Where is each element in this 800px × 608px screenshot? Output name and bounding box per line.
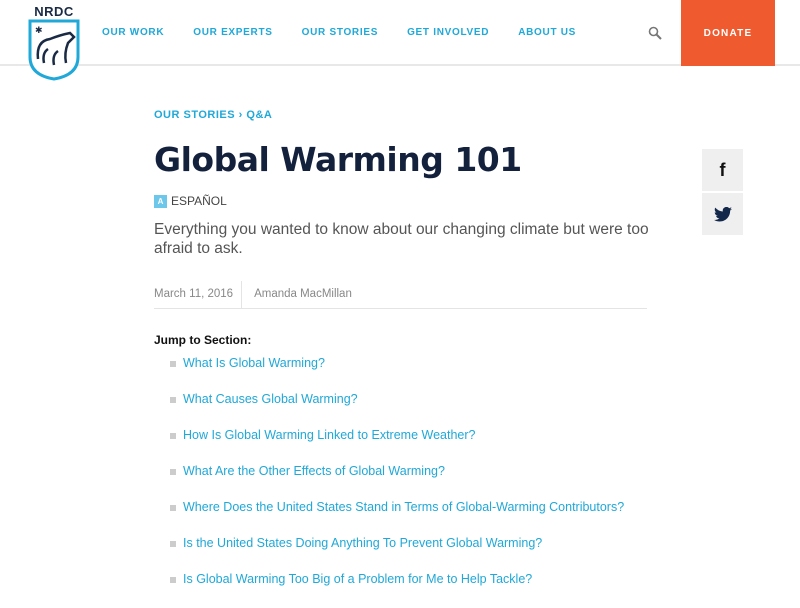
list-item[interactable]: What Causes Global Warming? bbox=[170, 392, 624, 428]
jump-to-section-label: Jump to Section: bbox=[154, 333, 252, 347]
section-link[interactable]: Is the United States Doing Anything To P… bbox=[183, 536, 542, 550]
list-item[interactable]: Is the United States Doing Anything To P… bbox=[170, 536, 624, 572]
bullet-icon bbox=[170, 541, 176, 547]
breadcrumb: OUR STORIES › Q&A bbox=[154, 109, 272, 121]
donate-button[interactable]: DONATE bbox=[681, 0, 775, 66]
twitter-icon bbox=[713, 206, 732, 222]
section-link[interactable]: What Are the Other Effects of Global War… bbox=[183, 464, 445, 478]
section-link[interactable]: What Causes Global Warming? bbox=[183, 392, 358, 406]
bullet-icon bbox=[170, 397, 176, 403]
page-title: Global Warming 101 bbox=[154, 140, 522, 179]
section-link[interactable]: Is Global Warming Too Big of a Problem f… bbox=[183, 572, 532, 586]
article-meta: March 11, 2016 Amanda MacMillan bbox=[154, 281, 647, 309]
nav-about-us[interactable]: ABOUT US bbox=[518, 27, 576, 38]
translate-icon: A bbox=[154, 194, 167, 208]
article-dek: Everything you wanted to know about our … bbox=[154, 221, 649, 257]
nav-our-stories[interactable]: OUR STORIES bbox=[302, 27, 378, 38]
bullet-icon bbox=[170, 577, 176, 583]
nav-our-experts[interactable]: OUR EXPERTS bbox=[193, 27, 272, 38]
language-link[interactable]: A ESPAÑOL bbox=[154, 194, 227, 208]
bullet-icon bbox=[170, 361, 176, 367]
nrdc-logo[interactable]: NRDC ✱ bbox=[26, 4, 82, 82]
section-list: What Is Global Warming? What Causes Glob… bbox=[170, 356, 624, 608]
search-icon[interactable] bbox=[648, 26, 662, 45]
svg-text:✱: ✱ bbox=[35, 25, 43, 35]
facebook-icon: f bbox=[719, 159, 726, 180]
list-item[interactable]: How Is Global Warming Linked to Extreme … bbox=[170, 428, 624, 464]
list-item[interactable]: What Is Global Warming? bbox=[170, 356, 624, 392]
nav-our-work[interactable]: OUR WORK bbox=[102, 27, 164, 38]
article-date: March 11, 2016 bbox=[154, 281, 243, 308]
breadcrumb-our-stories[interactable]: OUR STORIES bbox=[154, 109, 235, 121]
breadcrumb-qa[interactable]: Q&A bbox=[246, 109, 272, 121]
site-header: NRDC ✱ OUR WORK OUR EXPERTS OUR STORIES … bbox=[0, 0, 800, 81]
list-item[interactable]: What Are the Other Effects of Global War… bbox=[170, 464, 624, 500]
bullet-icon bbox=[170, 433, 176, 439]
article-author[interactable]: Amanda MacMillan bbox=[242, 281, 352, 308]
main-nav: OUR WORK OUR EXPERTS OUR STORIES GET INV… bbox=[102, 27, 605, 38]
list-item[interactable]: Is Global Warming Too Big of a Problem f… bbox=[170, 572, 624, 608]
section-link[interactable]: Where Does the United States Stand in Te… bbox=[183, 500, 624, 514]
language-label: ESPAÑOL bbox=[171, 194, 227, 208]
section-link[interactable]: How Is Global Warming Linked to Extreme … bbox=[183, 428, 475, 442]
bullet-icon bbox=[170, 469, 176, 475]
nav-get-involved[interactable]: GET INVOLVED bbox=[407, 27, 489, 38]
facebook-share-button[interactable]: f bbox=[702, 149, 743, 191]
polar-bear-shield-icon: ✱ bbox=[28, 19, 80, 81]
breadcrumb-separator: › bbox=[238, 109, 243, 121]
list-item[interactable]: Where Does the United States Stand in Te… bbox=[170, 500, 624, 536]
bullet-icon bbox=[170, 505, 176, 511]
twitter-share-button[interactable] bbox=[702, 193, 743, 235]
section-link[interactable]: What Is Global Warming? bbox=[183, 356, 325, 370]
